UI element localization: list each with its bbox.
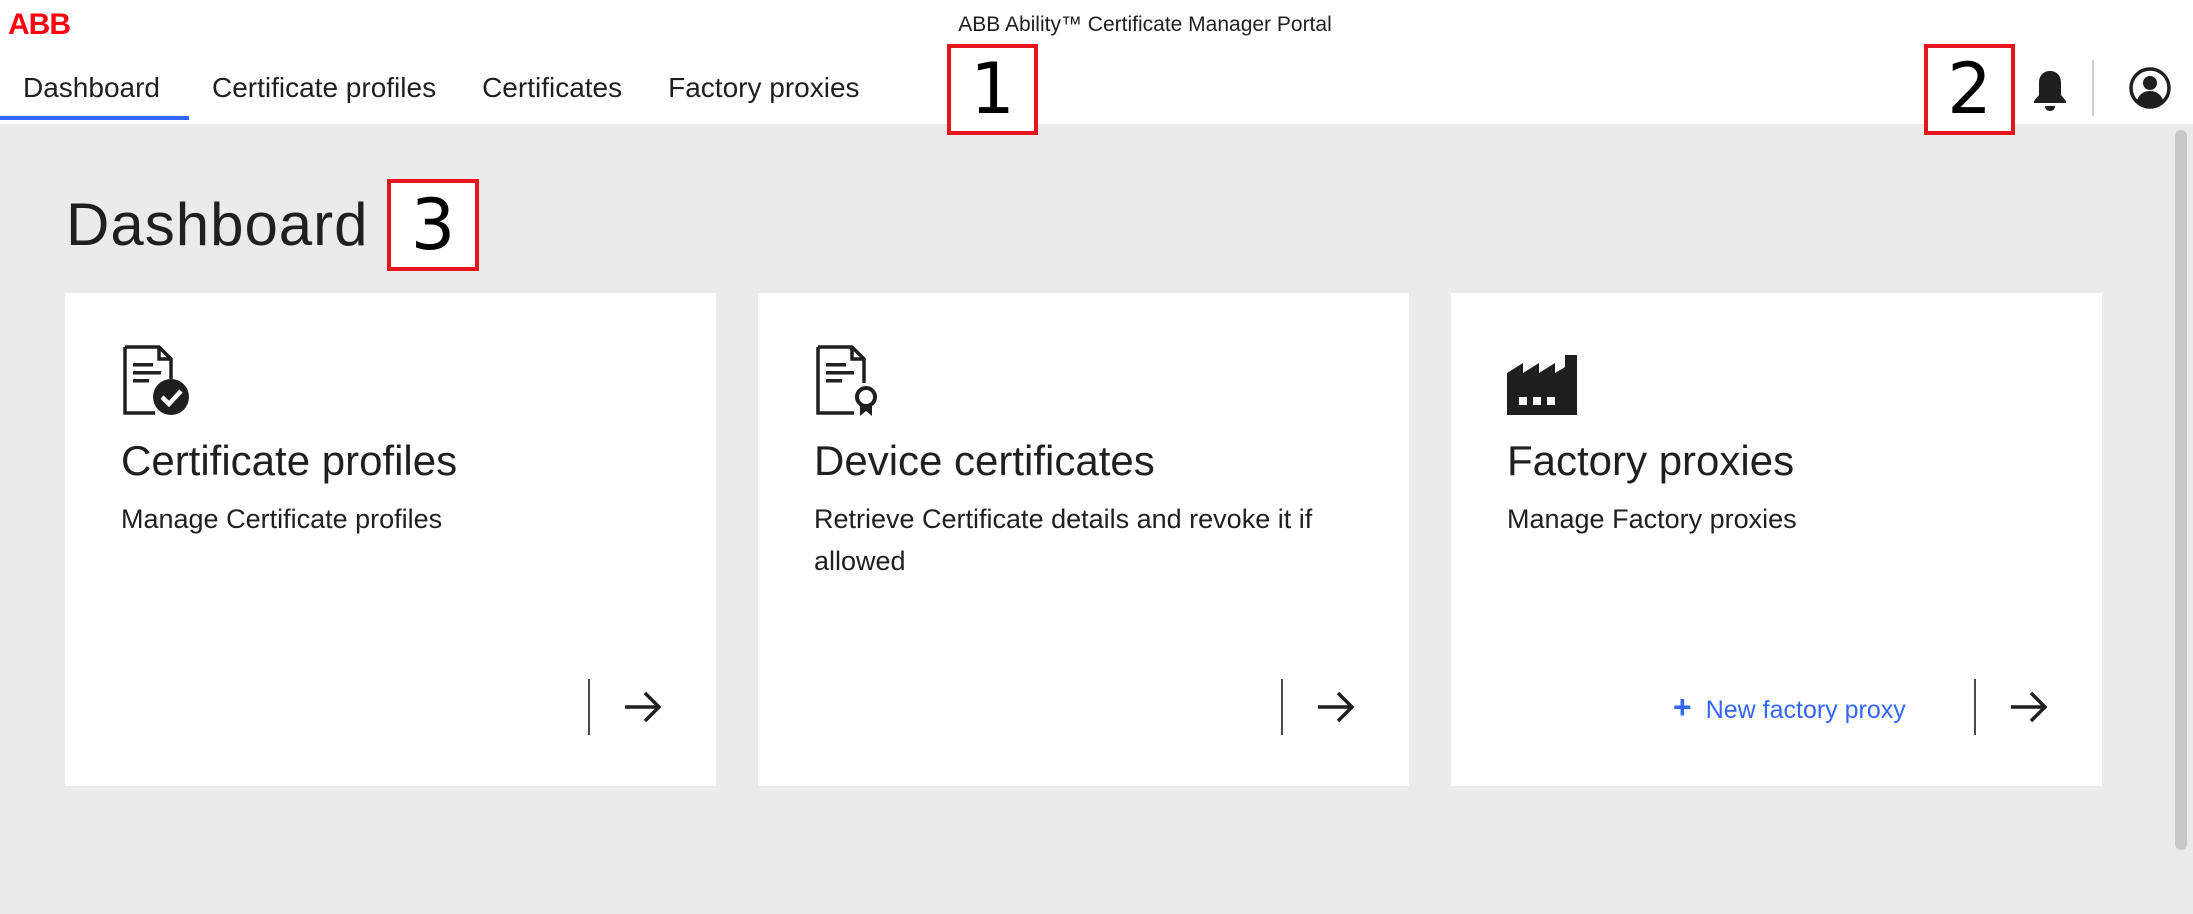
bell-icon[interactable] bbox=[2030, 68, 2070, 112]
header-divider bbox=[2092, 60, 2094, 116]
certificate-ribbon-icon bbox=[816, 345, 877, 416]
page-title: Dashboard bbox=[66, 191, 369, 258]
annotation-marker-1: 1 bbox=[947, 44, 1038, 135]
card-factory-proxies: Factory proxies Manage Factory proxies +… bbox=[1451, 293, 2102, 786]
plus-icon: + bbox=[1673, 689, 1692, 725]
page-scrollbar[interactable] bbox=[2175, 130, 2187, 850]
card-description: Retrieve Certificate details and revoke … bbox=[814, 504, 1313, 576]
card-title: Device certificates bbox=[814, 437, 1155, 484]
tab-dashboard[interactable]: Dashboard bbox=[0, 60, 189, 120]
tab-certificates[interactable]: Certificates bbox=[459, 60, 645, 120]
card-device-certificates: Device certificates Retrieve Certificate… bbox=[758, 293, 1409, 786]
arrow-right-icon[interactable] bbox=[2009, 689, 2049, 725]
top-bar: ABB ABB Ability™ Certificate Manager Por… bbox=[0, 0, 2193, 135]
card-divider bbox=[1281, 679, 1283, 735]
arrow-right-icon[interactable] bbox=[623, 689, 663, 725]
factory-icon bbox=[1507, 355, 1577, 415]
user-avatar-icon[interactable] bbox=[2128, 66, 2172, 110]
card-divider bbox=[1974, 679, 1976, 735]
main-nav: Dashboard Certificate profiles Certifica… bbox=[0, 60, 883, 124]
annotation-marker-2: 2 bbox=[1924, 44, 2015, 135]
certificate-check-icon bbox=[123, 345, 189, 415]
card-title: Factory proxies bbox=[1507, 437, 1795, 484]
tab-factory-proxies[interactable]: Factory proxies bbox=[645, 60, 882, 120]
card-description: Manage Certificate profiles bbox=[121, 504, 443, 534]
card-divider bbox=[588, 679, 590, 735]
arrow-right-icon[interactable] bbox=[1316, 689, 1356, 725]
card-description: Manage Factory proxies bbox=[1507, 504, 1797, 534]
new-factory-proxy-button[interactable]: + New factory proxy bbox=[1673, 689, 1906, 728]
card-title: Certificate profiles bbox=[121, 437, 458, 484]
card-certificate-profiles: Certificate profiles Manage Certificate … bbox=[65, 293, 716, 786]
new-factory-proxy-label: New factory proxy bbox=[1705, 696, 1906, 724]
annotation-marker-3: 3 bbox=[387, 179, 479, 271]
tab-certificate-profiles[interactable]: Certificate profiles bbox=[189, 60, 459, 120]
app-title: ABB Ability™ Certificate Manager Portal bbox=[958, 13, 1332, 36]
